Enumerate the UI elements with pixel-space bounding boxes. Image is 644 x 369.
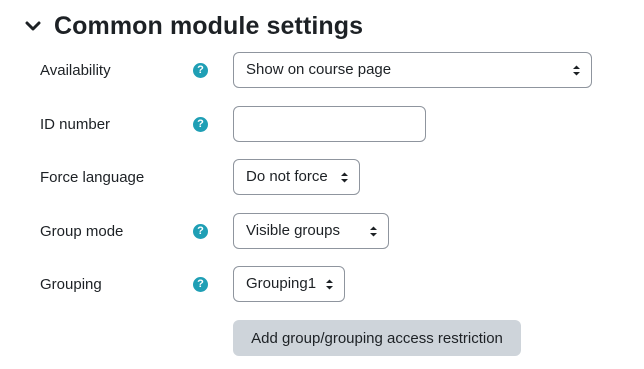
force-language-label: Force language [40,169,145,186]
availability-label: Availability [40,62,111,79]
section-title: Common module settings [54,11,364,40]
chevron-down-icon[interactable] [22,15,44,37]
availability-select-value: Show on course page [246,61,392,78]
section-header[interactable]: Common module settings [22,8,363,44]
select-caret-icon [370,226,377,237]
grouping-label: Grouping [40,276,102,293]
grouping-row: Grouping ? Grouping1 [0,266,644,304]
question-circle-icon[interactable]: ? [193,63,208,78]
force-language-select-value: Do not force [246,168,328,185]
id-number-label: ID number [40,116,111,133]
add-group-restriction-button[interactable]: Add group/grouping access restriction [233,320,521,356]
select-caret-icon [341,172,348,183]
group-mode-select[interactable]: Visible groups [233,213,389,249]
question-circle-icon[interactable]: ? [193,224,208,239]
group-mode-row: Group mode ? Visible groups [0,213,644,251]
id-number-row: ID number ? [0,106,644,144]
availability-select[interactable]: Show on course page [233,52,592,88]
question-circle-icon[interactable]: ? [193,117,208,132]
grouping-select[interactable]: Grouping1 [233,266,345,302]
availability-row: Availability ? Show on course page [0,52,644,90]
force-language-row: Force language Do not force [0,159,644,197]
select-caret-icon [326,279,333,290]
grouping-select-value: Grouping1 [246,275,317,292]
group-mode-label: Group mode [40,223,124,240]
id-number-input[interactable] [233,106,426,142]
group-mode-select-value: Visible groups [246,222,340,239]
force-language-select[interactable]: Do not force [233,159,360,195]
select-caret-icon [573,65,580,76]
question-circle-icon[interactable]: ? [193,277,208,292]
